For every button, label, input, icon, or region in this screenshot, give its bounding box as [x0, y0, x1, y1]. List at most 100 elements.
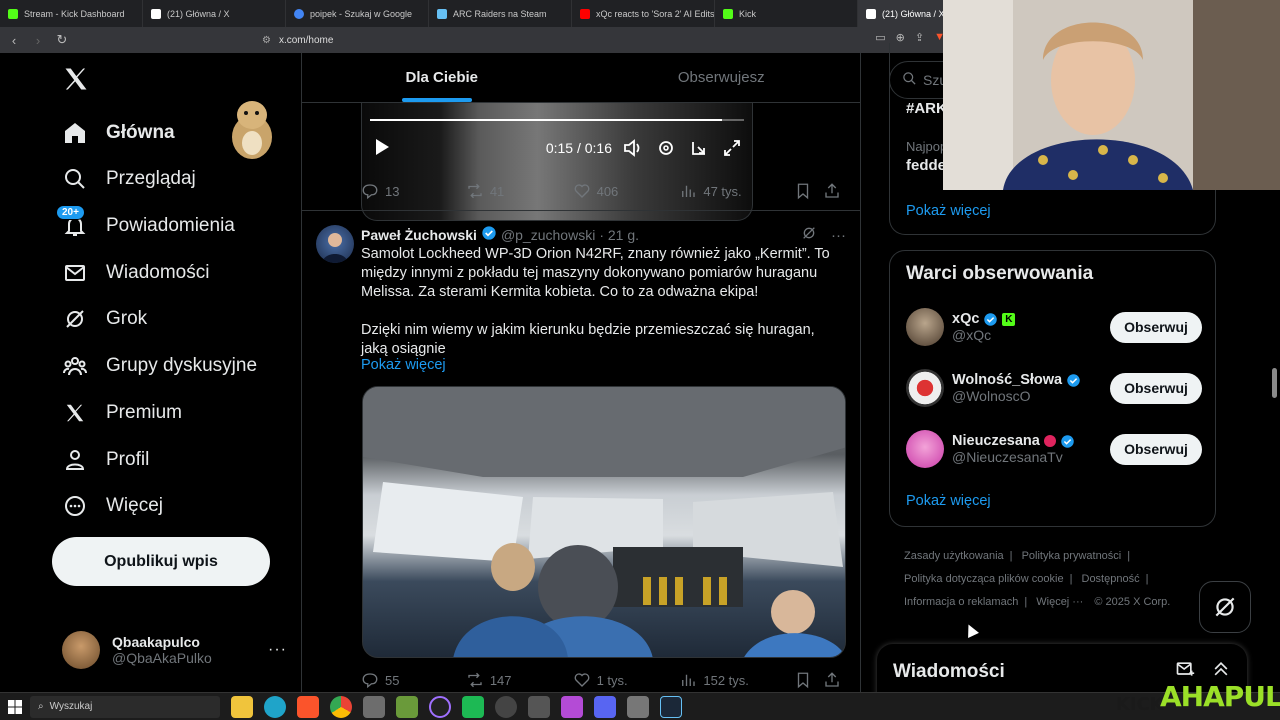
- share-icon[interactable]: [823, 182, 841, 200]
- brave-icon[interactable]: [297, 695, 319, 718]
- browser-tab[interactable]: xQc reacts to 'Sora 2' AI Edits: [572, 0, 715, 27]
- picture-in-picture-icon[interactable]: [688, 137, 710, 159]
- account-switcher[interactable]: Qbaakapulco @QbaAkaPulko ···: [62, 631, 287, 669]
- nav-communities[interactable]: Grupy dyskusyjne: [62, 352, 257, 380]
- footer-link[interactable]: Dostępność: [1082, 573, 1140, 585]
- cockpit-video-frame: [363, 387, 845, 657]
- tweet-author-handle[interactable]: @p_zuchowski: [501, 227, 595, 243]
- forward-icon[interactable]: ›: [28, 30, 48, 50]
- avatar: [62, 631, 100, 669]
- browser-tab[interactable]: Stream - Kick Dashboard: [0, 0, 143, 27]
- show-more-link[interactable]: Pokaż więcej: [906, 493, 991, 509]
- show-more-link[interactable]: Pokaż więcej: [361, 357, 446, 373]
- follow-button[interactable]: Obserwuj: [1110, 372, 1202, 404]
- tab-following[interactable]: Obserwujesz: [582, 53, 861, 102]
- follow-suggestion[interactable]: xQc K @xQc Obserwuj: [906, 307, 1202, 347]
- site-info-icon[interactable]: ⚙: [262, 35, 271, 46]
- nav-premium[interactable]: Premium: [62, 399, 182, 427]
- nav-explore[interactable]: Przeglądaj: [62, 165, 196, 193]
- footer-link[interactable]: Polityka dotycząca plików cookie: [904, 573, 1064, 585]
- scrollbar[interactable]: [1272, 368, 1277, 398]
- trend-name[interactable]: fedde: [906, 157, 946, 174]
- screen-icon[interactable]: ▭: [875, 31, 885, 44]
- steam-icon[interactable]: [660, 695, 682, 718]
- footer-link[interactable]: Polityka prywatności: [1022, 550, 1122, 562]
- fullscreen-icon[interactable]: [721, 137, 743, 159]
- browser-tab[interactable]: Kick: [715, 0, 858, 27]
- more-dots-icon[interactable]: ···: [268, 641, 287, 659]
- grok-floating-button[interactable]: [1199, 581, 1251, 633]
- settings-gear-icon[interactable]: [655, 137, 677, 159]
- browser-tab[interactable]: poipek - Szukaj w Google: [286, 0, 429, 27]
- discord-icon[interactable]: [594, 695, 616, 718]
- app-icon[interactable]: [495, 695, 517, 718]
- app-icon[interactable]: [561, 695, 583, 718]
- left-sidebar: Główna Przeglądaj 20+ Powiadomienia Wiad…: [0, 53, 302, 692]
- repost-button[interactable]: 147: [466, 671, 573, 689]
- search-icon: ⌕: [38, 701, 44, 712]
- nav-messages[interactable]: Wiadomości: [62, 259, 209, 287]
- follow-button[interactable]: Obserwuj: [1110, 433, 1202, 465]
- like-button[interactable]: 1 tys.: [573, 671, 680, 689]
- footer-link[interactable]: Więcej ···: [1036, 596, 1083, 608]
- app-icon[interactable]: [363, 695, 385, 718]
- edge-icon[interactable]: [264, 695, 286, 718]
- views-button[interactable]: 152 tys.: [679, 671, 794, 689]
- shield-icon[interactable]: [627, 695, 649, 718]
- windows-start-icon[interactable]: [0, 699, 30, 714]
- nav-notifications[interactable]: 20+ Powiadomienia: [56, 205, 235, 240]
- tab-for-you[interactable]: Dla Ciebie: [302, 53, 582, 102]
- reply-button[interactable]: 55: [361, 671, 466, 689]
- obs-icon[interactable]: [429, 695, 451, 718]
- bookmark-icon[interactable]: [794, 182, 823, 200]
- tweet-video[interactable]: [362, 386, 846, 658]
- trend-tag[interactable]: #ARK: [906, 100, 947, 117]
- footer-separator: |: [1145, 573, 1149, 585]
- share-icon[interactable]: [823, 671, 841, 689]
- settings-gear-icon[interactable]: [528, 695, 550, 718]
- nav-more[interactable]: Więcej: [62, 492, 163, 520]
- follow-suggestion[interactable]: Nieuczesana @NieuczesanaTv Obserwuj: [906, 429, 1202, 469]
- footer-link[interactable]: Zasady użytkowania: [904, 550, 1004, 562]
- kick-favicon-icon: [8, 8, 18, 19]
- bookmark-icon[interactable]: [794, 671, 823, 689]
- play-icon[interactable]: [374, 138, 390, 159]
- x-logo-icon[interactable]: [62, 65, 90, 98]
- url-field[interactable]: ⚙ x.com/home: [262, 35, 333, 46]
- follow-info: xQc K @xQc: [952, 311, 1016, 343]
- footer-link[interactable]: Informacja o reklamach: [904, 596, 1018, 608]
- post-button[interactable]: Opublikuj wpis: [52, 537, 270, 586]
- tweet-avatar[interactable]: [316, 225, 354, 263]
- like-button[interactable]: 406: [573, 182, 680, 200]
- video-progress[interactable]: [370, 119, 744, 121]
- video-player[interactable]: 0:15 / 0:16: [361, 103, 753, 221]
- footer-links: Zasady użytkowania | Polityka prywatności…: [904, 545, 1204, 614]
- nav-profile[interactable]: Profil: [62, 446, 149, 474]
- minecraft-icon[interactable]: [396, 695, 418, 718]
- nav-home[interactable]: Główna: [62, 119, 175, 147]
- browser-tab[interactable]: (21) Główna / X: [143, 0, 286, 27]
- nav-grok[interactable]: Grok: [62, 305, 147, 333]
- volume-icon[interactable]: [622, 137, 644, 159]
- grok-icon[interactable]: [801, 225, 817, 246]
- follow-button[interactable]: Obserwuj: [1110, 311, 1202, 343]
- tweet-header: Paweł Żuchowski @p_zuchowski · 21 g.: [361, 225, 639, 244]
- file-explorer-icon[interactable]: [231, 695, 253, 718]
- webcam-overlay: [943, 0, 1280, 190]
- more-dots-icon[interactable]: ···: [831, 227, 846, 244]
- reload-icon[interactable]: ↻: [52, 30, 72, 50]
- back-icon[interactable]: ‹: [4, 30, 24, 50]
- show-more-link[interactable]: Pokaż więcej: [906, 203, 991, 219]
- tweet-time[interactable]: · 21 g.: [599, 227, 639, 243]
- chrome-icon[interactable]: [330, 695, 352, 718]
- follow-info: Nieuczesana @NieuczesanaTv: [952, 433, 1075, 465]
- taskbar-search[interactable]: ⌕ Wyszukaj: [30, 695, 220, 718]
- reply-button[interactable]: 13: [361, 182, 466, 200]
- tweet-author-name[interactable]: Paweł Żuchowski: [361, 227, 477, 243]
- repost-button[interactable]: 41: [466, 182, 573, 200]
- footer-separator: |: [1127, 550, 1131, 562]
- views-button[interactable]: 47 tys.: [679, 182, 794, 200]
- player-icon[interactable]: [462, 695, 484, 718]
- browser-tab[interactable]: ARC Raiders na Steam: [429, 0, 572, 27]
- follow-suggestion[interactable]: Wolność_Słowa @WolnoscO Obserwuj: [906, 368, 1202, 408]
